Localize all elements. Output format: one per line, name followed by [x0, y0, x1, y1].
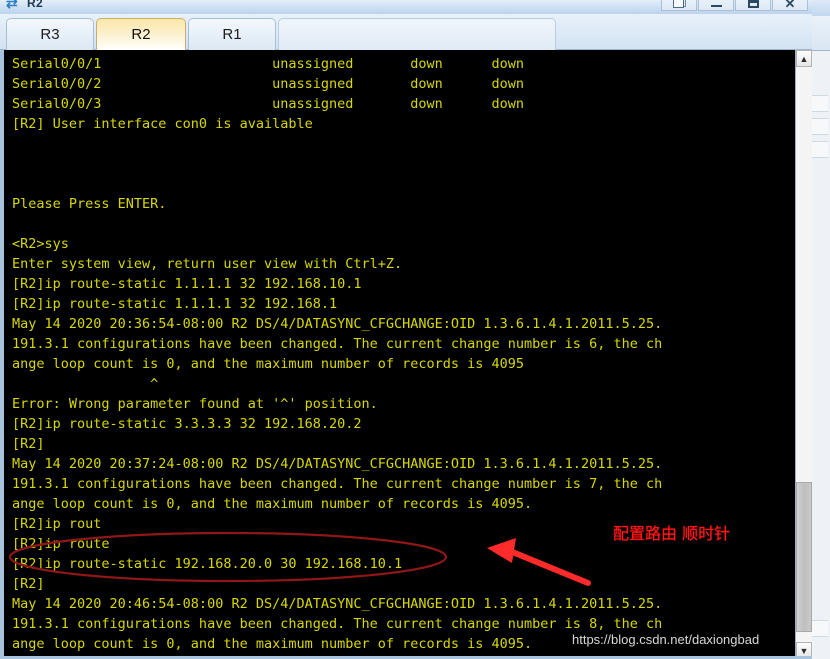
tab-r2[interactable]: R2 — [96, 18, 186, 50]
restore-button[interactable] — [661, 0, 697, 11]
window-titlebar: ⇄ R2 ✕ — [0, 0, 812, 14]
terminal-line: ange loop count is 0, and the maximum nu… — [12, 356, 525, 372]
terminal-line: Serial0/0/3 unassigned down down — [12, 96, 525, 112]
router-cli-window: ⇄ R2 ✕ R3 R2 R1 Serial0/0/1 unassigned d… — [0, 0, 812, 659]
terminal-line: Serial0/0/2 unassigned down down — [12, 76, 525, 92]
terminal-output[interactable]: Serial0/0/1 unassigned down down Serial0/… — [4, 50, 795, 656]
terminal-line: [R2]ip route-static 3.3.3.3 32 192.168.2… — [12, 416, 362, 432]
maximize-button[interactable] — [735, 0, 771, 11]
terminal-line: 191.3.1 configurations have been changed… — [12, 476, 663, 492]
terminal-line: Please Press ENTER. — [12, 196, 167, 212]
tab-r1[interactable]: R1 — [188, 18, 276, 50]
terminal-line: 191.3.1 configurations have been changed… — [12, 336, 663, 352]
terminal-line: Serial0/0/1 unassigned down down — [12, 56, 525, 72]
terminal-line: [R2]ip route — [12, 536, 110, 552]
terminal-line: [R2]ip route-static 1.1.1.1 32 192.168.1… — [12, 276, 362, 292]
terminal-line: Error: Wrong parameter found at '^' posi… — [12, 396, 378, 412]
scrollbar-down-button[interactable]: ▼ — [796, 642, 812, 656]
watermark-text: https://blog.csdn.net/daxiongbad — [572, 632, 760, 647]
window-controls: ✕ — [661, 0, 808, 11]
maximize-icon — [747, 0, 759, 8]
terminal-panel: Serial0/0/1 unassigned down down Serial0/… — [0, 50, 812, 659]
terminal-line: [R2]ip route-static 192.168.20.0 30 192.… — [12, 556, 403, 572]
terminal-line: May 14 2020 20:36:54-08:00 R2 DS/4/DATAS… — [12, 316, 663, 332]
minimize-button[interactable] — [698, 0, 734, 11]
terminal-line: May 14 2020 20:46:54-08:00 R2 DS/4/DATAS… — [12, 596, 663, 612]
terminal-line: [R2] — [12, 436, 45, 452]
terminal-line: [R2]ip route-static 1.1.1.1 32 192.168.1 — [12, 296, 338, 312]
terminal-line: [R2] — [12, 576, 45, 592]
terminal-line: <R2>sys — [12, 236, 69, 252]
close-icon: ✕ — [784, 0, 796, 11]
close-button[interactable]: ✕ — [772, 0, 808, 11]
terminal-line: 191.3.1 configurations have been changed… — [12, 616, 663, 632]
terminal-line: ^ — [12, 376, 159, 392]
tab-r3[interactable]: R3 — [6, 18, 94, 50]
terminal-line: ange loop count is 0, and the maximum nu… — [12, 496, 533, 512]
terminal-line: Enter system view, return user view with… — [12, 256, 403, 272]
screenshot-root: ⇄ R2 ✕ R3 R2 R1 Serial0/0/1 unassigned d… — [0, 0, 830, 659]
tab-r3-label: R3 — [40, 26, 60, 43]
restore-icon — [672, 0, 686, 8]
scrollbar-up-button[interactable]: ▲ — [796, 50, 812, 67]
terminal-line: [R2]ip rout — [12, 516, 102, 532]
window-title: R2 — [27, 0, 43, 10]
scrollbar-thumb[interactable] — [796, 482, 812, 632]
scrollbar-track[interactable] — [796, 67, 812, 642]
minimize-icon — [710, 5, 722, 7]
router-icon: ⇄ — [6, 0, 18, 11]
terminal-line: [R2] User interface con0 is available — [12, 116, 313, 132]
terminal-line: May 14 2020 20:37:24-08:00 R2 DS/4/DATAS… — [12, 456, 663, 472]
chevron-up-icon: ▲ — [799, 53, 809, 64]
terminal-scrollbar[interactable]: ▲ ▼ — [795, 50, 812, 656]
chevron-down-icon: ▼ — [799, 645, 809, 656]
tab-strip-filler — [278, 18, 556, 50]
tab-strip: R3 R2 R1 — [0, 14, 812, 50]
tab-r1-label: R1 — [222, 26, 242, 43]
tab-r2-label: R2 — [131, 26, 151, 43]
